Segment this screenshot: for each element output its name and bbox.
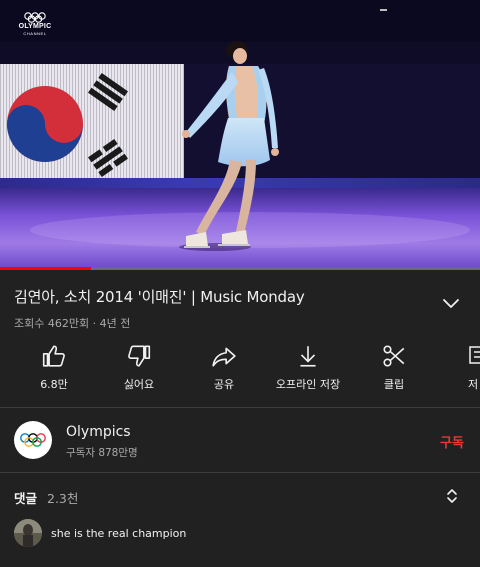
progress-fill (0, 267, 92, 270)
olympic-rings-icon (24, 12, 46, 23)
download-icon (300, 346, 316, 367)
save-button[interactable]: 저 (434, 343, 480, 392)
video-frame (0, 0, 480, 270)
like-button[interactable]: 6.8만 (14, 343, 94, 392)
video-player[interactable]: OLYMPIC CHANNEL (0, 0, 480, 270)
scissors-icon (383, 345, 405, 367)
progress-bar[interactable] (0, 267, 480, 270)
clip-label: 클립 (383, 378, 405, 391)
comment-text: she is the real champion (51, 527, 187, 540)
status-indicator (380, 9, 387, 11)
action-bar: 6.8만 싫어요 공유 오프라인 저장 클립 저 (0, 343, 480, 399)
video-title: 김연아, 소치 2014 '이매진' | Music Monday (14, 288, 305, 306)
thumbs-down-icon (128, 345, 151, 367)
subscribe-button[interactable]: 구독 (440, 432, 464, 451)
comment-avatar[interactable] (14, 519, 42, 547)
like-count: 6.8만 (40, 378, 68, 391)
channel-name[interactable]: Olympics (66, 424, 131, 440)
expand-collapse-icon[interactable] (443, 486, 461, 506)
download-button[interactable]: 오프라인 저장 (268, 343, 348, 392)
channel-avatar[interactable] (14, 421, 52, 459)
share-label: 공유 (213, 378, 235, 391)
save-label: 저 (468, 378, 479, 391)
channel-logo-name: OLYMPIC (18, 23, 52, 30)
dislike-button[interactable]: 싫어요 (99, 343, 179, 392)
comments-count: 2.3천 (47, 491, 79, 506)
divider (0, 407, 480, 408)
share-button[interactable]: 공유 (184, 343, 264, 392)
chevron-down-icon[interactable] (440, 292, 462, 314)
divider (0, 472, 480, 473)
video-meta: 조회수 462만회 · 4년 전 (14, 317, 131, 330)
olympic-rings-icon (20, 433, 46, 447)
clip-button[interactable]: 클립 (354, 343, 434, 392)
thumbs-up-icon (42, 345, 65, 367)
video-title-row[interactable]: 김연아, 소치 2014 '이매진' | Music Monday (14, 286, 434, 307)
channel-logo-sub: CHANNEL (23, 31, 47, 36)
dislike-label: 싫어요 (123, 378, 155, 391)
olympic-channel-logo: OLYMPIC CHANNEL (14, 12, 56, 36)
save-playlist-icon (469, 346, 480, 364)
download-label: 오프라인 저장 (275, 378, 341, 391)
comments-label[interactable]: 댓글 (14, 488, 37, 507)
user-avatar-image (14, 519, 42, 547)
share-icon (212, 347, 236, 367)
subscriber-count: 구독자 878만명 (66, 447, 138, 459)
